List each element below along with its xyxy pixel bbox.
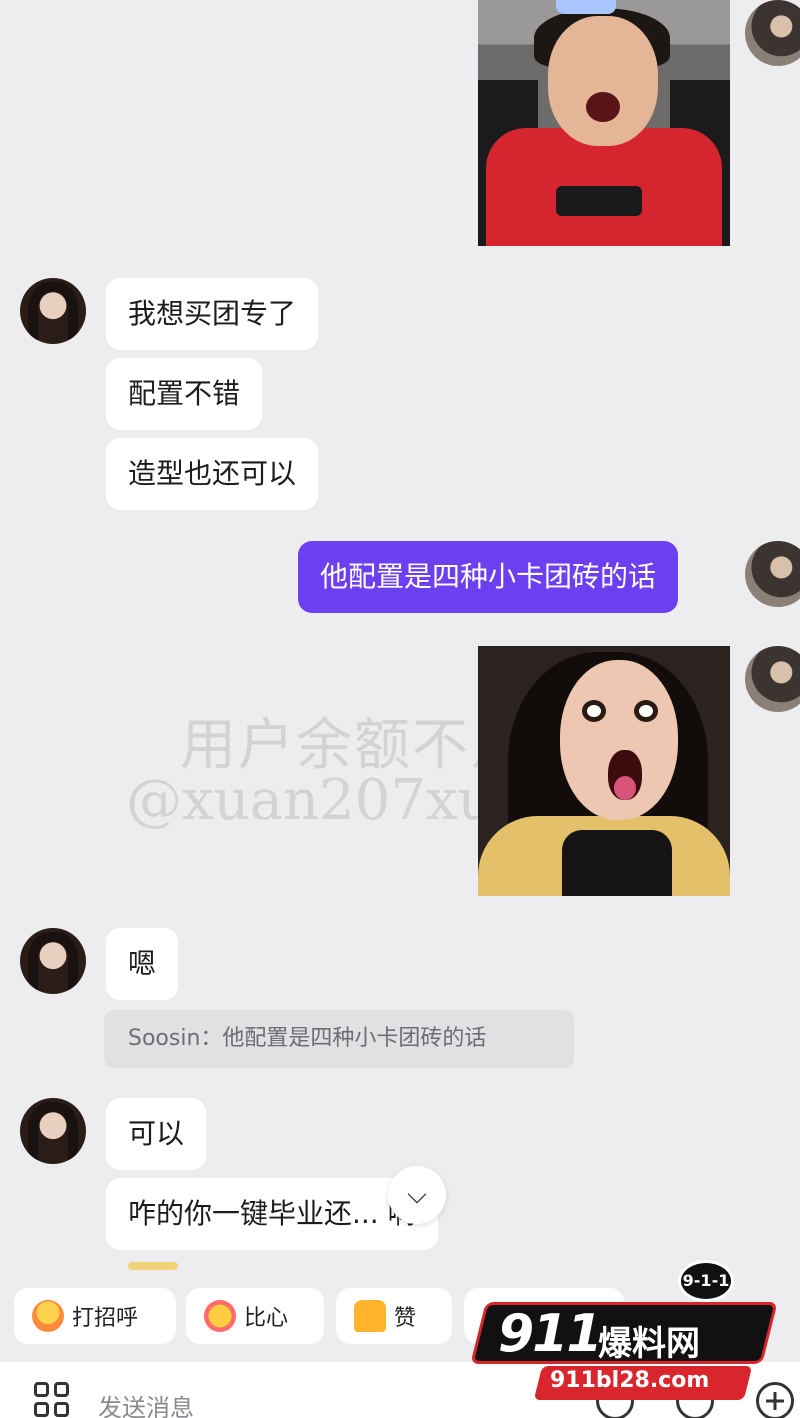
quick-heart-label: 比心 xyxy=(244,1306,289,1331)
message-text: 可以 xyxy=(128,1117,185,1150)
quoted-reply[interactable]: Soosin：他配置是四种小卡团砖的话 xyxy=(104,1010,574,1068)
contact-avatar[interactable] xyxy=(20,1098,86,1164)
message-text: 他配置是四种小卡团砖的话 xyxy=(320,560,657,593)
quick-greet-button[interactable]: 打招呼 xyxy=(14,1288,176,1344)
contact-avatar[interactable] xyxy=(20,278,86,344)
site-logo: 9-1-1 911 爆料网 911bl28.com xyxy=(458,1260,788,1410)
grid-apps-icon[interactable] xyxy=(34,1382,74,1418)
message-bubble[interactable]: 嗯 xyxy=(106,928,179,1000)
wave-emoji-icon xyxy=(32,1300,64,1332)
contact-avatar[interactable] xyxy=(20,928,86,994)
thumbs-up-icon xyxy=(354,1300,386,1332)
logo-name: 爆料网 xyxy=(598,1324,700,1364)
message-bubble[interactable]: 可以 xyxy=(106,1098,207,1170)
message-bubble[interactable]: 我想买团专了 xyxy=(106,278,319,350)
message-input[interactable]: 发送消息 xyxy=(98,1388,194,1418)
message-bubble[interactable]: 配置不错 xyxy=(106,358,263,430)
message-text: 咋的你一键毕业还... 啊 xyxy=(128,1197,416,1230)
logo-url: 911bl28.com xyxy=(550,1368,710,1393)
partial-message-peek xyxy=(128,1262,178,1270)
sticker-shocked-girl[interactable] xyxy=(478,646,730,896)
quick-greet-label: 打招呼 xyxy=(72,1306,139,1331)
message-text: 造型也还可以 xyxy=(128,457,297,490)
my-avatar[interactable] xyxy=(745,541,800,607)
my-avatar[interactable] xyxy=(745,0,800,66)
scroll-down-icon[interactable]: ⌵ xyxy=(388,1166,446,1224)
outgoing-message-bubble[interactable]: 他配置是四种小卡团砖的话 xyxy=(298,541,679,613)
message-text: 我想买团专了 xyxy=(128,297,297,330)
my-avatar[interactable] xyxy=(745,646,800,712)
quick-like-button[interactable]: 赞 xyxy=(336,1288,452,1344)
message-text: 配置不错 xyxy=(128,377,241,410)
quick-like-label: 赞 xyxy=(394,1306,417,1331)
heart-emoji-icon xyxy=(204,1300,236,1332)
quick-heart-button[interactable]: 比心 xyxy=(186,1288,324,1344)
logo-badge-circle: 9-1-1 xyxy=(678,1260,734,1302)
logo-number: 911 xyxy=(498,1304,603,1364)
message-text: 嗯 xyxy=(128,947,157,980)
sticker-screaming-boy[interactable] xyxy=(478,0,730,246)
message-bubble[interactable]: 造型也还可以 xyxy=(106,438,319,510)
